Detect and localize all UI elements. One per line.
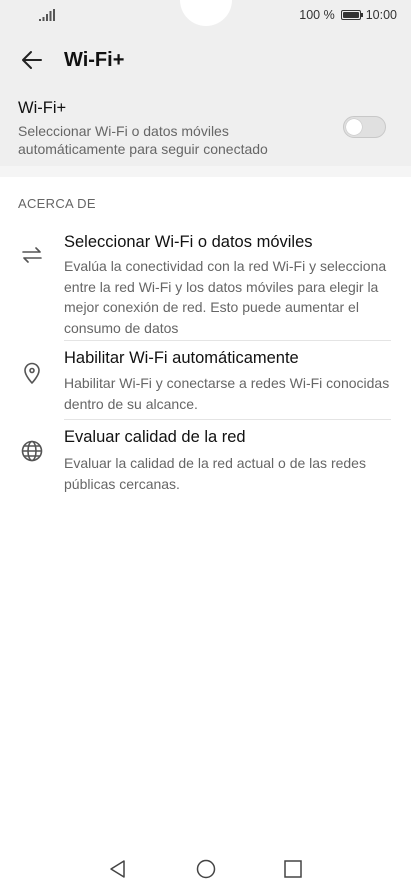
nav-recents-button[interactable] xyxy=(281,857,305,881)
setting-title: Wi-Fi+ xyxy=(18,99,67,117)
navigation-bar xyxy=(0,845,411,892)
battery-percent: 100 % xyxy=(299,8,335,22)
triangle-back-icon xyxy=(110,860,125,878)
nav-back-button[interactable] xyxy=(106,857,130,881)
item-title: Habilitar Wi-Fi automáticamente xyxy=(64,349,299,367)
status-right: 100 % 10:00 xyxy=(299,8,397,22)
arrow-left-icon xyxy=(22,51,42,69)
toggle-knob xyxy=(346,119,362,135)
back-button[interactable] xyxy=(12,40,52,80)
list-item: Seleccionar Wi-Fi o datos móviles Evalúa… xyxy=(0,228,411,341)
battery-icon xyxy=(340,10,363,20)
item-title: Evaluar calidad de la red xyxy=(64,428,246,446)
globe-icon xyxy=(20,439,44,463)
wifi-plus-toggle[interactable] xyxy=(343,116,386,138)
page-title: Wi-Fi+ xyxy=(64,48,125,71)
section-header-about: ACERCA DE xyxy=(18,196,96,211)
location-pin-icon xyxy=(20,361,44,385)
item-description: Evaluar la calidad de la red actual o de… xyxy=(64,455,366,492)
list-item: Habilitar Wi-Fi automáticamente Habilita… xyxy=(0,341,411,420)
section-divider xyxy=(0,166,411,177)
status-bar: 100 % 10:00 xyxy=(0,0,411,32)
nav-home-button[interactable] xyxy=(194,857,218,881)
item-description: Habilitar Wi-Fi y conectarse a redes Wi-… xyxy=(64,375,390,412)
circle-home-icon xyxy=(196,859,216,879)
item-description: Evalúa la conectividad con la red Wi-Fi … xyxy=(64,258,387,336)
square-recents-icon xyxy=(284,860,302,878)
swap-arrows-icon xyxy=(20,243,44,267)
list-item: Evaluar calidad de la red Evaluar la cal… xyxy=(0,420,411,500)
signal-icon xyxy=(39,9,55,21)
camera-notch xyxy=(180,0,232,26)
setting-description: Seleccionar Wi-Fi o datos móviles automá… xyxy=(18,123,268,157)
item-title: Seleccionar Wi-Fi o datos móviles xyxy=(64,233,313,251)
clock: 10:00 xyxy=(365,8,397,22)
app-bar: Wi-Fi+ xyxy=(0,32,411,88)
